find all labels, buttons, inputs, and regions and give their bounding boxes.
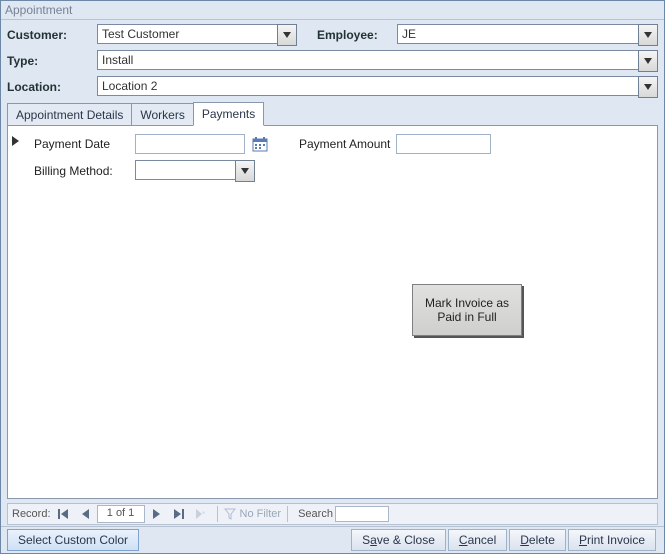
type-dropdown-button[interactable] [638,50,658,72]
employee-select[interactable]: JE [397,24,638,44]
record-selector-icon[interactable] [10,134,22,148]
tab-appointment-details[interactable]: Appointment Details [7,103,132,126]
delete-button[interactable]: Delete [509,529,566,551]
payment-date-label: Payment Date [34,137,129,151]
divider [217,506,218,522]
location-select[interactable]: Location 2 [97,76,638,96]
billing-method-label: Billing Method: [34,164,129,178]
nav-prev-icon[interactable] [75,505,95,523]
footer-toolbar: Select Custom Color Save & Close Cancel … [1,526,664,553]
payment-date-input[interactable] [135,134,245,154]
tab-bar: Appointment Details Workers Payments [7,102,658,126]
search-label: Search [298,508,333,520]
billing-method-select[interactable] [135,160,235,180]
save-close-button[interactable]: Save & Close [351,529,446,551]
employee-dropdown-button[interactable] [638,24,658,46]
nav-new-icon[interactable]: * [191,505,211,523]
location-label: Location: [7,80,97,94]
divider [1,19,664,20]
employee-label: Employee: [317,28,397,42]
svg-text:*: * [202,510,205,519]
record-navigator: Record: 1 of 1 * No Filter Search [7,503,658,525]
type-select[interactable]: Install [97,50,638,70]
search-input[interactable] [335,506,389,522]
nav-next-icon[interactable] [147,505,167,523]
divider [287,506,288,522]
payments-panel: Payment Date Payment Amount Billing Meth… [7,125,658,499]
record-position[interactable]: 1 of 1 [97,505,145,523]
nav-last-icon[interactable] [169,505,189,523]
no-filter-indicator[interactable]: No Filter [224,508,282,520]
location-dropdown-button[interactable] [638,76,658,98]
tab-payments[interactable]: Payments [193,102,264,126]
calendar-icon[interactable] [251,135,269,153]
payment-amount-label: Payment Amount [299,137,390,151]
billing-method-dropdown-button[interactable] [235,160,255,182]
cancel-button[interactable]: Cancel [448,529,507,551]
print-invoice-button[interactable]: Print Invoice [568,529,656,551]
select-custom-color-button[interactable]: Select Custom Color [7,529,139,551]
record-label: Record: [12,508,51,520]
type-label: Type: [7,54,97,68]
payment-amount-input[interactable] [396,134,491,154]
header-form: Customer: Test Customer Employee: JE Typ… [1,24,664,98]
tab-workers[interactable]: Workers [131,103,193,126]
nav-first-icon[interactable] [53,505,73,523]
mark-invoice-paid-button[interactable]: Mark Invoice as Paid in Full [412,284,522,336]
customer-select[interactable]: Test Customer [97,24,277,44]
window-title: Appointment [1,1,664,17]
customer-dropdown-button[interactable] [277,24,297,46]
filter-icon [224,508,236,520]
customer-label: Customer: [7,28,97,42]
